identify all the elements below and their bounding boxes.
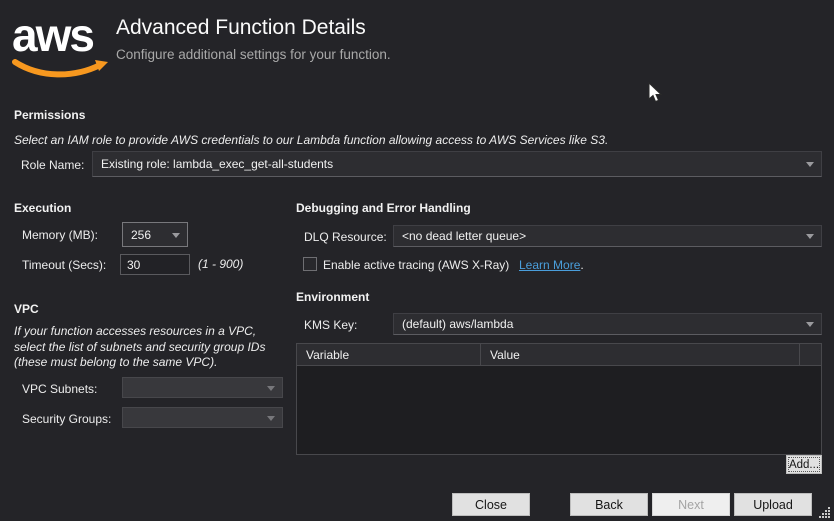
timeout-value: 30 <box>127 257 141 272</box>
security-groups-dropdown[interactable] <box>122 407 283 428</box>
execution-section-label: Execution <box>14 201 72 215</box>
dlq-resource-dropdown[interactable]: <no dead letter queue> <box>393 225 822 247</box>
role-name-value: Existing role: lambda_exec_get-all-stude… <box>101 157 334 171</box>
column-header-spacer <box>800 344 821 365</box>
chevron-down-icon <box>267 385 275 391</box>
environment-variables-table[interactable]: Variable Value <box>296 343 822 455</box>
debugging-section-label: Debugging and Error Handling <box>296 201 471 215</box>
back-button[interactable]: Back <box>570 493 648 516</box>
timeout-input[interactable]: 30 <box>120 254 190 275</box>
aws-smile-icon <box>12 59 108 78</box>
vpc-subnets-dropdown[interactable] <box>122 377 283 398</box>
environment-variables-table-body <box>297 366 821 454</box>
permissions-section-label: Permissions <box>14 108 86 122</box>
learn-more-link[interactable]: Learn More <box>519 258 580 272</box>
kms-key-label: KMS Key: <box>304 318 358 332</box>
resize-grip[interactable] <box>818 506 831 519</box>
upload-button[interactable]: Upload <box>734 493 812 516</box>
aws-logo: aws <box>12 12 110 86</box>
environment-variables-table-header: Variable Value <box>297 344 821 366</box>
dlq-resource-value: <no dead letter queue> <box>402 229 527 243</box>
memory-label: Memory (MB): <box>22 228 98 242</box>
dlq-resource-label: DLQ Resource: <box>304 230 387 244</box>
kms-key-value: (default) aws/lambda <box>402 317 514 331</box>
learn-more-suffix: . <box>580 258 584 272</box>
vpc-subnets-label: VPC Subnets: <box>22 382 98 396</box>
vpc-section-label: VPC <box>14 302 39 316</box>
security-groups-label: Security Groups: <box>22 412 112 426</box>
chevron-down-icon <box>806 322 814 327</box>
chevron-down-icon <box>267 415 275 421</box>
memory-value: 256 <box>131 227 152 242</box>
next-button: Next <box>652 493 730 516</box>
vpc-instruction: If your function accesses resources in a… <box>14 324 266 369</box>
active-tracing-label: Enable active tracing (AWS X-Ray) <box>323 258 510 272</box>
chevron-down-icon <box>172 232 180 238</box>
role-name-label: Role Name: <box>21 158 85 172</box>
active-tracing-checkbox[interactable] <box>303 257 317 271</box>
column-header-variable[interactable]: Variable <box>297 344 481 365</box>
environment-section-label: Environment <box>296 290 370 304</box>
add-variable-button[interactable]: Add... <box>786 455 822 474</box>
chevron-down-icon <box>806 162 814 167</box>
role-name-dropdown[interactable]: Existing role: lambda_exec_get-all-stude… <box>92 151 822 177</box>
memory-dropdown[interactable]: 256 <box>122 222 188 247</box>
column-header-value[interactable]: Value <box>481 344 800 365</box>
kms-key-dropdown[interactable]: (default) aws/lambda <box>393 313 822 335</box>
permissions-instruction: Select an IAM role to provide AWS creden… <box>14 133 609 147</box>
close-button[interactable]: Close <box>452 493 530 516</box>
aws-logo-text: aws <box>12 9 95 61</box>
advanced-function-details-dialog: { "header": { "logo": "aws", "title": "A… <box>0 0 834 521</box>
chevron-down-icon <box>806 234 814 239</box>
page-subtitle: Configure additional settings for your f… <box>116 47 391 62</box>
page-title: Advanced Function Details <box>116 16 366 39</box>
mouse-cursor <box>648 82 663 103</box>
timeout-range-hint: (1 - 900) <box>198 257 244 271</box>
timeout-label: Timeout (Secs): <box>22 258 107 272</box>
